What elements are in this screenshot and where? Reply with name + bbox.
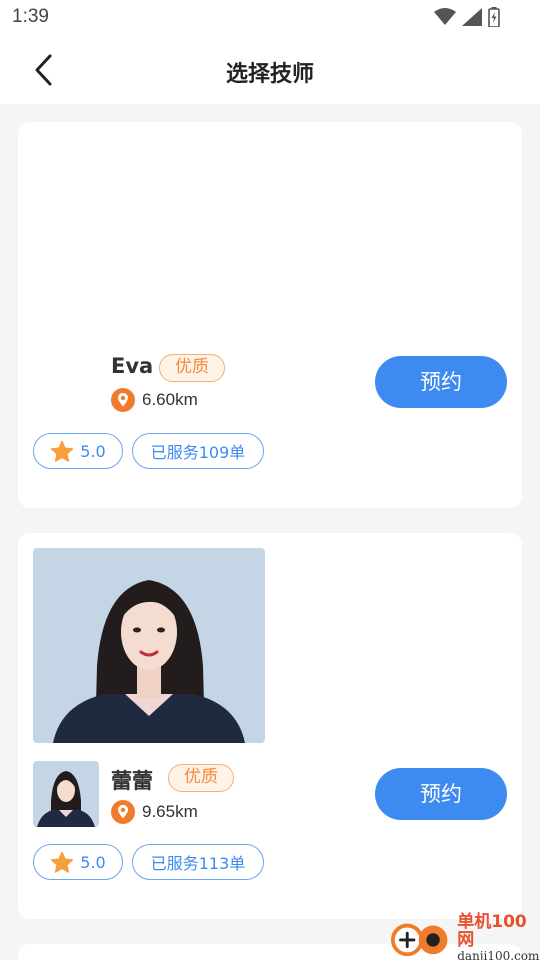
distance-row: 9.65km (111, 800, 198, 824)
battery-icon (488, 7, 500, 27)
location-pin-icon (111, 800, 135, 824)
location-pin-icon (111, 388, 135, 412)
top-nav-bar: 选择技师 (0, 36, 540, 104)
status-icons (434, 7, 500, 27)
served-count-chip: 已服务113单 (132, 844, 264, 880)
watermark-url: danji100.com (457, 949, 540, 960)
watermark-title: 单机100网 (457, 912, 527, 950)
star-icon (51, 851, 74, 873)
distance-text: 9.65km (142, 802, 198, 821)
rating-value: 5.0 (80, 852, 106, 872)
served-count-chip: 已服务109单 (132, 433, 264, 469)
technician-photo[interactable] (33, 548, 265, 743)
watermark: 单机100网 danji100.com (390, 913, 540, 960)
watermark-logo-icon (390, 923, 448, 957)
book-button[interactable]: 预约 (375, 768, 507, 820)
quality-badge: 优质 (159, 354, 225, 382)
distance-text: 6.60km (142, 390, 198, 409)
wifi-icon (434, 8, 456, 25)
status-bar: 1:39 (0, 0, 540, 36)
star-icon (51, 440, 74, 462)
technician-name: Eva (111, 354, 154, 378)
book-button[interactable]: 预约 (375, 356, 507, 408)
rating-chip: 5.0 (33, 844, 123, 880)
watermark-text: 单机100网 danji100.com (457, 913, 540, 960)
distance-row: 6.60km (111, 388, 198, 412)
rating-value: 5.0 (80, 441, 106, 461)
status-time: 1:39 (12, 6, 49, 27)
technician-card[interactable]: Eva 优质 6.60km 预约 5.0 已服务109单 (18, 122, 522, 508)
technician-name: 蕾蕾 (111, 769, 153, 793)
page-title: 选择技师 (225, 62, 314, 87)
rating-chip: 5.0 (33, 433, 123, 469)
technician-card[interactable]: 蕾蕾 优质 9.65km 预约 5.0 已服务113单 (18, 533, 522, 919)
technician-avatar[interactable] (33, 761, 99, 827)
quality-badge: 优质 (168, 764, 234, 792)
signal-icon (462, 8, 482, 26)
